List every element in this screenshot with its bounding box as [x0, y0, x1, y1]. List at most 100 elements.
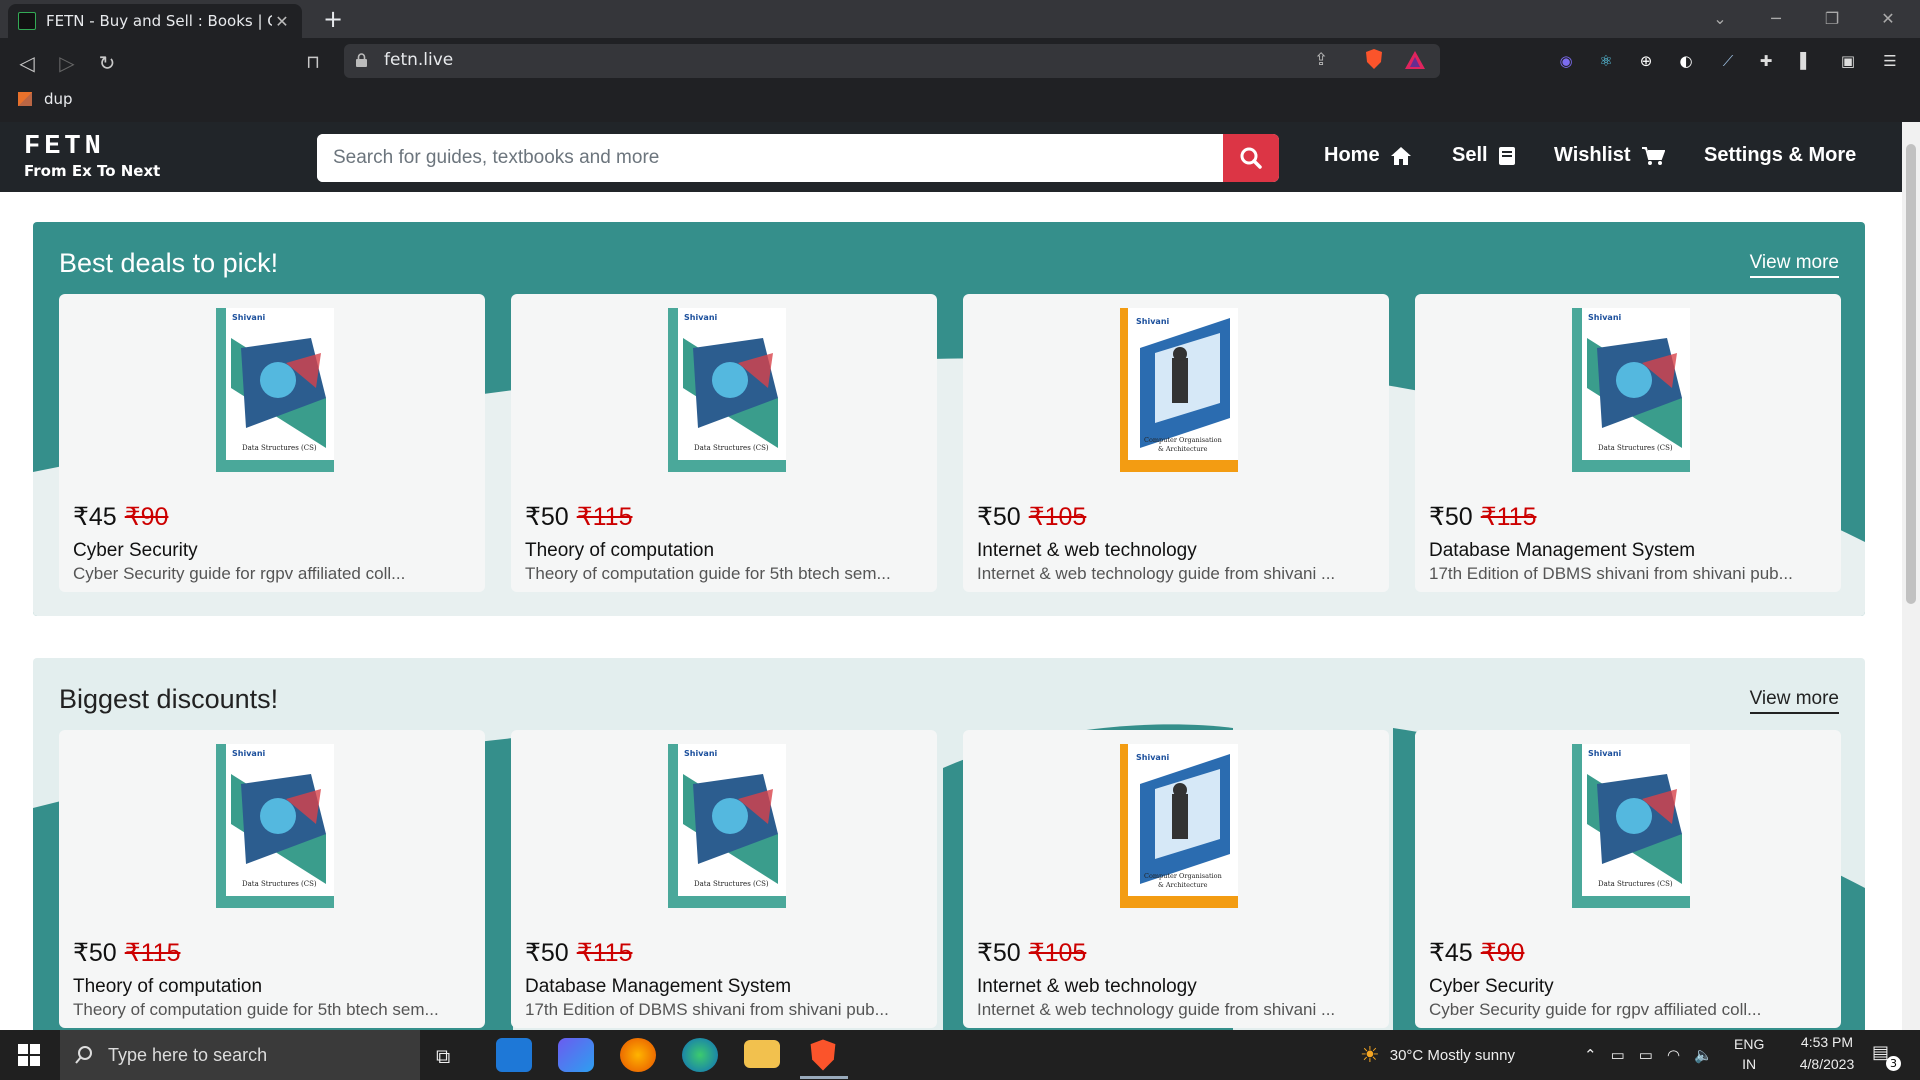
book-cover-image[interactable]: Shivani Computer Organisation & Architectu…	[1120, 308, 1238, 472]
product-title[interactable]: Cyber Security	[1429, 976, 1554, 998]
nav-wishlist[interactable]: Wishlist	[1554, 144, 1665, 167]
new-tab-button[interactable]: +	[318, 4, 348, 34]
search-input[interactable]	[317, 134, 1222, 182]
share-icon[interactable]: ⇪	[1314, 50, 1328, 70]
back-icon[interactable]: ◁	[10, 46, 44, 80]
tab-search-icon[interactable]: ⌄	[1692, 0, 1748, 38]
task-view-icon[interactable]: ⧉	[436, 1044, 450, 1068]
mail-app-icon[interactable]	[496, 1038, 532, 1072]
price-row: ₹50 ₹105	[977, 502, 1086, 532]
extension-icon-1[interactable]: ◉	[1552, 47, 1580, 75]
product-card[interactable]: Shivani Data Structures (CS) ₹50 ₹115 Theory…	[511, 294, 937, 592]
page-scrollbar[interactable]	[1902, 122, 1920, 1030]
original-price: ₹115	[576, 503, 633, 531]
product-title[interactable]: Database Management System	[525, 976, 791, 998]
nav-wishlist-label: Wishlist	[1554, 144, 1631, 166]
bookmark-icon[interactable]: ⊓	[296, 46, 330, 80]
meet-icon[interactable]: ▭	[1611, 1046, 1625, 1064]
extension-add-icon[interactable]: ⊕	[1632, 47, 1660, 75]
extension-wand-icon[interactable]: ⟋	[1714, 47, 1742, 75]
app-icon[interactable]	[558, 1038, 594, 1072]
tab-title: FETN - Buy and Sell : Books | Guid	[46, 12, 272, 30]
current-price: ₹50	[73, 939, 117, 967]
sidebar-icon[interactable]: ▌	[1792, 47, 1820, 75]
product-card[interactable]: Shivani Data Structures (CS) ₹45 ₹90 Cyber S…	[1415, 730, 1841, 1028]
nav-sell[interactable]: Sell	[1452, 144, 1516, 167]
current-price: ₹50	[1429, 503, 1473, 531]
book-cover-image[interactable]: Shivani Data Structures (CS)	[216, 744, 334, 908]
product-card[interactable]: Shivani Data Structures (CS) ₹50 ₹115 Databa…	[1415, 294, 1841, 592]
book-cover-image[interactable]: Shivani Data Structures (CS)	[668, 308, 786, 472]
scrollbar-thumb[interactable]	[1906, 144, 1916, 604]
product-title[interactable]: Internet & web technology	[977, 976, 1197, 998]
original-price: ₹105	[1028, 939, 1087, 967]
site-logo[interactable]: FETN From Ex To Next	[24, 132, 160, 180]
menu-icon[interactable]: ☰	[1876, 47, 1904, 75]
product-card[interactable]: Shivani Data Structures (CS) ₹45 ₹90 Cyber S…	[59, 294, 485, 592]
extension-icon-4[interactable]: ◐	[1672, 47, 1700, 75]
cover-subject: Data Structures (CS)	[242, 444, 317, 452]
search-button[interactable]	[1223, 134, 1279, 182]
bookmark-label: dup	[44, 90, 73, 108]
view-more-link[interactable]: View more	[1749, 688, 1839, 714]
windows-start-icon[interactable]	[18, 1044, 40, 1066]
product-card[interactable]: Shivani Computer Organisation & Architectu…	[963, 730, 1389, 1028]
logo-title: FETN	[24, 132, 105, 162]
product-title[interactable]: Theory of computation	[525, 540, 714, 562]
book-cover-image[interactable]: Shivani Data Structures (CS)	[1572, 744, 1690, 908]
clock[interactable]: 4:53 PM 4/8/2023	[1782, 1034, 1872, 1072]
book-cover-image[interactable]: Shivani Data Structures (CS)	[668, 744, 786, 908]
address-bar[interactable]	[344, 44, 1440, 78]
react-devtools-icon[interactable]: ⚛	[1592, 47, 1620, 75]
cover-subject: Data Structures (CS)	[694, 444, 769, 452]
minimize-button[interactable]: ─	[1748, 0, 1804, 38]
brave-rewards-icon[interactable]	[1404, 50, 1426, 70]
lang-primary: ENG	[1734, 1036, 1765, 1052]
product-title[interactable]: Database Management System	[1429, 540, 1695, 562]
current-price: ₹50	[977, 939, 1021, 967]
cover-brand: Shivani	[684, 749, 718, 758]
product-card[interactable]: Shivani Data Structures (CS) ₹50 ₹115 Theory…	[59, 730, 485, 1028]
language-indicator[interactable]: ENG IN	[1734, 1036, 1764, 1072]
product-card[interactable]: Shivani Data Structures (CS) ₹50 ₹115 Databa…	[511, 730, 937, 1028]
product-description: Cyber Security guide for rgpv affiliated…	[73, 564, 406, 583]
nav-settings[interactable]: Settings & More	[1704, 144, 1856, 167]
reload-icon[interactable]: ↻	[90, 46, 124, 80]
file-explorer-icon[interactable]	[744, 1040, 780, 1068]
edge-icon[interactable]	[682, 1038, 718, 1072]
price-row: ₹50 ₹115	[525, 502, 632, 532]
battery-icon[interactable]: ▭	[1639, 1046, 1653, 1064]
taskbar-search[interactable]: Type here to search	[60, 1030, 420, 1080]
book-cover-image[interactable]: Shivani Computer Organisation & Architectu…	[1120, 744, 1238, 908]
original-price: ₹90	[124, 503, 169, 531]
firefox-icon[interactable]	[620, 1038, 656, 1072]
wallet-icon[interactable]: ▣	[1834, 47, 1862, 75]
weather-widget[interactable]: ☀ 30°C Mostly sunny	[1360, 1030, 1515, 1080]
product-title[interactable]: Theory of computation	[73, 976, 262, 998]
book-cover-image[interactable]: Shivani Data Structures (CS)	[216, 308, 334, 472]
restore-button[interactable]: ❐	[1804, 0, 1860, 38]
close-window-button[interactable]: ✕	[1860, 0, 1916, 38]
forward-icon[interactable]: ▷	[50, 46, 84, 80]
original-price: ₹115	[1480, 503, 1537, 531]
extensions-puzzle-icon[interactable]: ✚	[1752, 47, 1780, 75]
price-row: ₹45 ₹90	[73, 502, 168, 532]
wifi-icon[interactable]: ◠	[1667, 1046, 1680, 1064]
product-title[interactable]: Cyber Security	[73, 540, 198, 562]
close-tab-icon[interactable]: ✕	[272, 12, 292, 31]
weather-text: 30°C Mostly sunny	[1389, 1046, 1515, 1064]
price-row: ₹45 ₹90	[1429, 938, 1524, 968]
product-card[interactable]: Shivani Computer Organisation & Architectu…	[963, 294, 1389, 592]
browser-tab[interactable]: FETN - Buy and Sell : Books | Guid ✕	[8, 4, 302, 38]
volume-icon[interactable]: 🔈	[1694, 1046, 1713, 1064]
chevron-up-icon[interactable]: ⌃	[1584, 1046, 1597, 1064]
product-description: Theory of computation guide for 5th btec…	[73, 1000, 439, 1019]
nav-home[interactable]: Home	[1324, 144, 1412, 167]
brave-shield-icon[interactable]	[1364, 48, 1384, 70]
book-cover-image[interactable]: Shivani Data Structures (CS)	[1572, 308, 1690, 472]
product-title[interactable]: Internet & web technology	[977, 540, 1197, 562]
view-more-link[interactable]: View more	[1749, 252, 1839, 278]
brave-taskbar-icon[interactable]	[806, 1038, 840, 1072]
current-price: ₹45	[73, 503, 117, 531]
bookmark-item[interactable]: dup	[18, 90, 73, 108]
